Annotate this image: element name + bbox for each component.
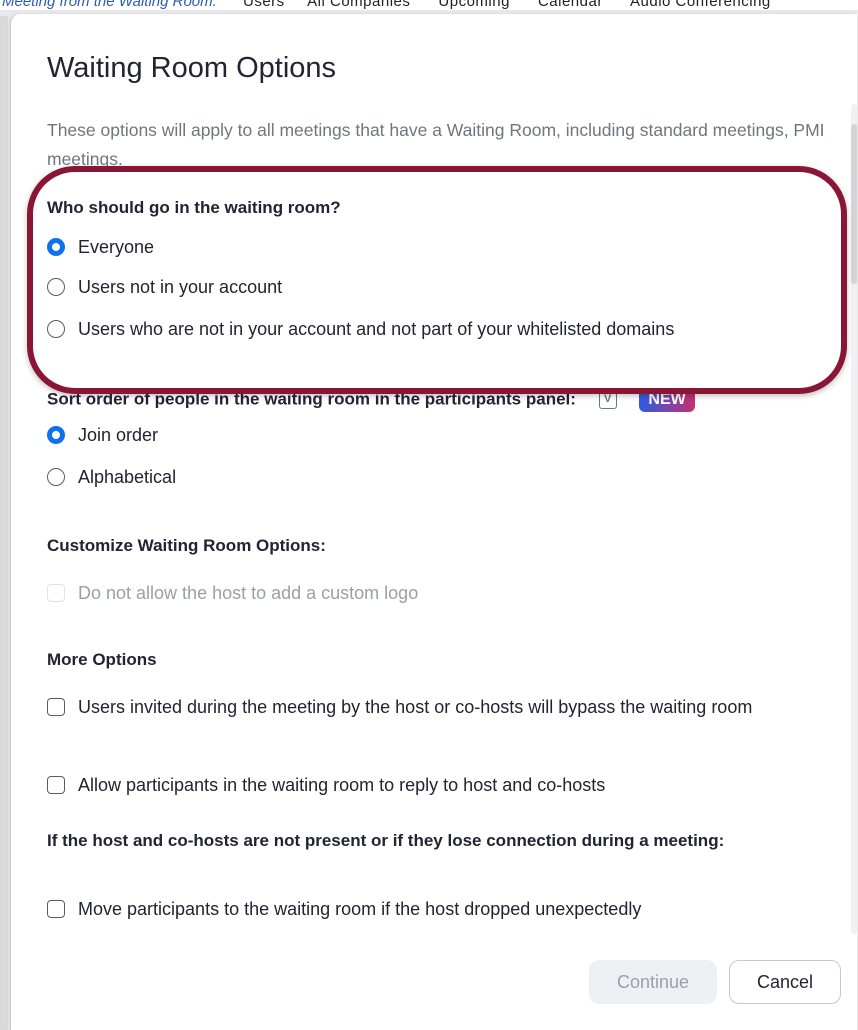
radio-button[interactable] (47, 468, 65, 486)
info-icon[interactable]: V (598, 391, 617, 409)
background-page-header: Meeting from the Waiting Room. Users All… (0, 0, 858, 10)
sort-order-label: Sort order of people in the waiting room… (47, 388, 695, 412)
dialog-scrollbar[interactable] (851, 104, 857, 934)
radio-option-join-order[interactable]: Join order (47, 422, 158, 448)
checkbox-option-invited-bypass[interactable]: Users invited during the meeting by the … (47, 694, 817, 720)
new-badge: NEW (639, 388, 695, 412)
cancel-button[interactable]: Cancel (729, 960, 841, 1004)
more-options-label: More Options (47, 650, 157, 669)
background-column-headers: Users All Companies Upcoming Calendar Au… (242, 0, 771, 10)
checkbox[interactable] (47, 776, 65, 794)
radio-button-selected[interactable] (47, 238, 65, 256)
host-absent-section-label: If the host and co-hosts are not present… (47, 831, 725, 850)
customize-section-label: Customize Waiting Room Options: (47, 536, 326, 555)
dialog-description: These options will apply to all meetings… (47, 120, 825, 169)
dialog-title: Waiting Room Options (47, 52, 337, 84)
scrollbar-thumb[interactable] (851, 124, 857, 284)
waiting-room-options-dialog: Waiting Room Options These options will … (10, 14, 857, 1030)
checkbox[interactable] (47, 698, 65, 716)
radio-option-alphabetical[interactable]: Alphabetical (47, 464, 176, 490)
background-link[interactable]: Meeting from the Waiting Room. (2, 0, 217, 10)
checkbox-option-allow-reply[interactable]: Allow participants in the waiting room t… (47, 772, 605, 798)
background-page-edge (0, 16, 8, 1030)
radio-option-everyone[interactable]: Everyone (47, 234, 154, 260)
checkbox-disabled (47, 584, 65, 602)
checkbox-option-custom-logo: Do not allow the host to add a custom lo… (47, 580, 418, 606)
radio-option-users-not-in-account[interactable]: Users not in your account (47, 274, 282, 300)
radio-button[interactable] (47, 278, 65, 296)
radio-button[interactable] (47, 320, 65, 338)
radio-option-not-whitelisted[interactable]: Users who are not in your account and no… (47, 316, 674, 342)
continue-button[interactable]: Continue (589, 960, 717, 1004)
radio-button-selected[interactable] (47, 426, 65, 444)
who-section-label: Who should go in the waiting room? (47, 198, 341, 217)
checkbox-option-move-participants[interactable]: Move participants to the waiting room if… (47, 896, 641, 922)
checkbox[interactable] (47, 900, 65, 918)
